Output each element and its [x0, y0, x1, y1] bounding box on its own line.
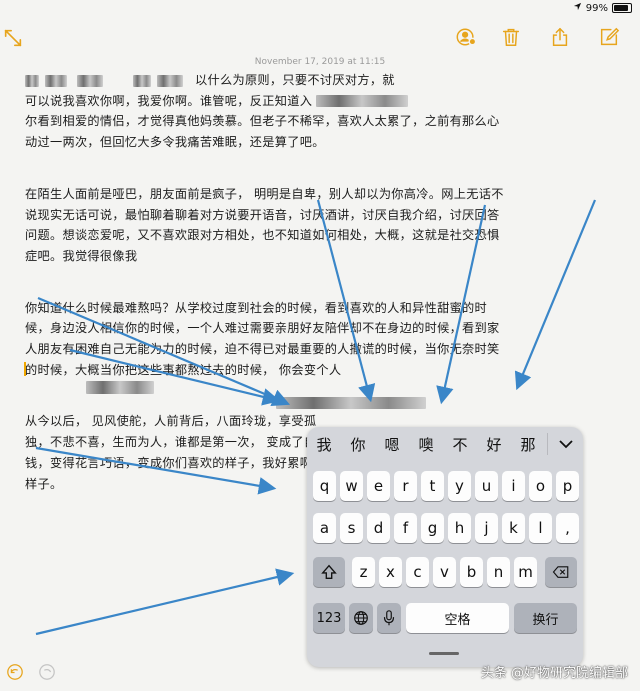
shift-key[interactable]	[313, 557, 345, 587]
blurred-text	[316, 95, 409, 108]
note-line: 以什么为原则，只要不讨厌对方，就	[25, 70, 505, 91]
key-b[interactable]: b	[460, 557, 483, 587]
key-w[interactable]: w	[340, 471, 363, 501]
key-d[interactable]: d	[367, 513, 390, 543]
key-h[interactable]: h	[448, 513, 471, 543]
share-icon[interactable]	[549, 26, 571, 48]
candidate-divider	[547, 433, 548, 455]
return-key[interactable]: 换行	[514, 603, 577, 633]
trash-icon[interactable]	[500, 26, 522, 48]
watermark: 头条 @好物研究院编辑部	[480, 666, 628, 681]
key-c[interactable]: c	[406, 557, 429, 587]
note-line: 人朋友有困难自己无能为力的时候，迫不得已对最重要的人撒谎的时候，当你无奈时笑	[25, 342, 500, 357]
backspace-icon	[552, 566, 569, 578]
key-p[interactable]: p	[556, 471, 579, 501]
battery-icon	[612, 3, 632, 13]
blurred-text	[45, 74, 67, 87]
location-icon	[573, 2, 582, 14]
text-cursor	[24, 362, 26, 376]
delete-key[interactable]	[545, 557, 577, 587]
blurred-text	[157, 74, 183, 87]
key-y[interactable]: y	[448, 471, 471, 501]
collaborate-icon[interactable]	[455, 26, 477, 48]
globe-icon	[354, 611, 368, 625]
key-i[interactable]: i	[502, 471, 525, 501]
key-e[interactable]: e	[367, 471, 390, 501]
candidate-word[interactable]: 不	[443, 434, 477, 455]
chevron-down-icon[interactable]	[555, 433, 577, 455]
candidate-word[interactable]: 噢	[409, 434, 443, 455]
key-q[interactable]: q	[313, 471, 336, 501]
undo-icon[interactable]	[6, 663, 24, 681]
key-s[interactable]: s	[340, 513, 363, 543]
note-date: November 17, 2019 at 11:15	[254, 57, 386, 67]
key-n[interactable]: n	[487, 557, 510, 587]
candidate-word[interactable]: 我	[307, 434, 341, 455]
annotation-arrow	[35, 568, 295, 636]
blurred-text	[25, 74, 39, 87]
collapse-arrows-icon[interactable]	[2, 27, 24, 49]
microphone-icon	[383, 610, 395, 626]
key-f[interactable]: f	[394, 513, 417, 543]
note-line: 症吧。我觉得很像我	[25, 248, 138, 263]
status-bar: 99%	[0, 0, 640, 16]
space-key[interactable]: 空格	[406, 603, 509, 633]
note-line: 可以说我喜欢你啊，我爱你啊。谁管呢，反正知道入	[25, 91, 505, 112]
candidate-word[interactable]: 你	[341, 434, 375, 455]
blurred-text	[276, 397, 426, 409]
numbers-key[interactable]: 123	[313, 603, 345, 633]
blurred-text	[77, 74, 103, 87]
key-m[interactable]: m	[514, 557, 537, 587]
note-line: 你知道什么时候最难熬吗？从学校过度到社会的时候，看到喜欢的人和异性甜蜜的时	[25, 300, 488, 315]
key-a[interactable]: a	[313, 513, 336, 543]
note-line: 问题。想谈恋爱呢，又不喜欢跟对方相处，也不知道如何相处，大概，这就是社交恐惧	[25, 228, 500, 243]
candidate-word[interactable]: 嗯	[375, 434, 409, 455]
key-z[interactable]: z	[352, 557, 375, 587]
blurred-text	[86, 381, 154, 394]
redo-icon[interactable]	[38, 663, 56, 681]
candidate-word[interactable]: 那	[511, 434, 545, 455]
compose-icon[interactable]	[598, 26, 620, 48]
key-comma[interactable]: ,	[556, 513, 579, 543]
blurred-text	[133, 74, 151, 87]
annotation-arrow	[514, 199, 597, 391]
status-right: 99%	[573, 2, 632, 14]
shift-icon	[321, 564, 337, 579]
key-t[interactable]: t	[421, 471, 444, 501]
note-line: 的时候，大概当你把这些事都熬过去的时候， 你会变个人	[25, 362, 342, 377]
key-o[interactable]: o	[529, 471, 552, 501]
key-g[interactable]: g	[421, 513, 444, 543]
key-v[interactable]: v	[433, 557, 456, 587]
note-line: 尔看到相爱的情侣，才觉得真他妈羡慕。但老子不稀罕，喜欢人太累了，之前有那么心	[25, 114, 500, 129]
key-r[interactable]: r	[394, 471, 417, 501]
battery-percentage: 99%	[585, 2, 608, 14]
key-x[interactable]: x	[379, 557, 402, 587]
globe-key[interactable]	[349, 603, 373, 633]
keyboard-drag-handle[interactable]	[429, 652, 459, 655]
candidate-word[interactable]: 好	[477, 434, 511, 455]
key-l[interactable]: l	[529, 513, 552, 543]
dictation-key[interactable]	[377, 603, 401, 633]
floating-keyboard[interactable]: 我 你 嗯 噢 不 好 那 q w e r t y u i o p a s d …	[307, 427, 583, 667]
note-line: 候，身边没人相信你的时候，一个人难过需要亲朋好友陪伴却不在身边的时候，看到家	[25, 321, 500, 336]
candidate-bar: 我 你 嗯 噢 不 好 那	[307, 427, 583, 461]
key-u[interactable]: u	[475, 471, 498, 501]
note-line: 动过一两次，但回忆大多令我痛苦难眠，还是算了吧。	[25, 135, 325, 150]
note-line: 在陌生人面前是哑巴，朋友面前是疯子， 明明是自卑，别人却以为你高冷。网上无话不	[25, 186, 504, 201]
key-k[interactable]: k	[502, 513, 525, 543]
key-j[interactable]: j	[475, 513, 498, 543]
bottom-left-controls	[6, 663, 56, 681]
note-line: 说现实无话可说，最怕聊着聊着对方说要开语音，讨厌酒讲，讨厌自我介绍，讨厌回答	[25, 207, 500, 222]
